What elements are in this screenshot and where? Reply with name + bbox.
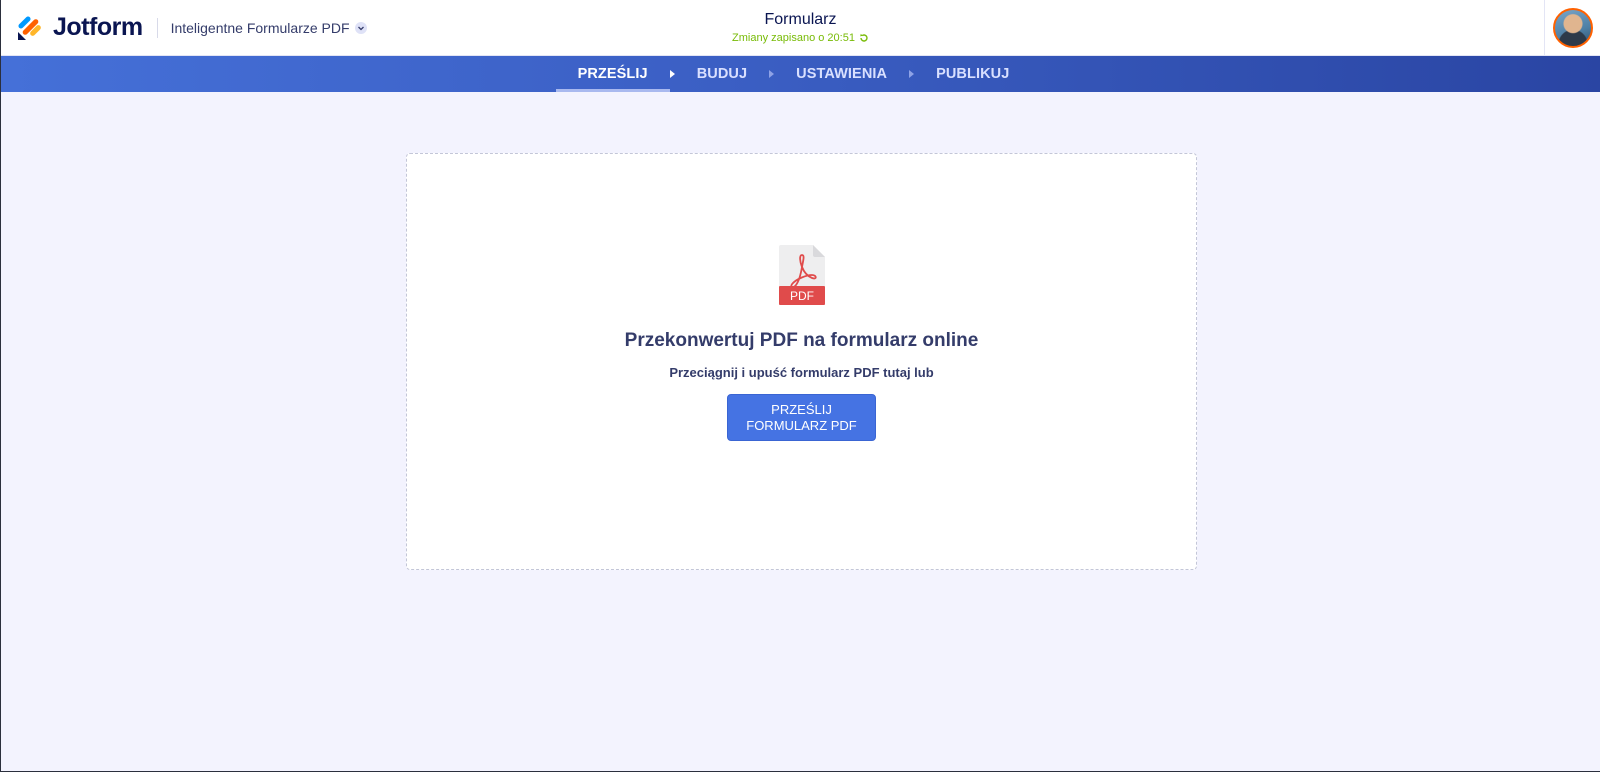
chevron-down-icon <box>354 21 367 34</box>
refresh-icon <box>860 33 868 42</box>
dropzone-title: Przekonwertuj PDF na formularz online <box>624 330 979 351</box>
dropzone-subtitle: Przeciągnij i upuść formularz PDF tutaj … <box>669 365 934 380</box>
brand[interactable]: Jotform <box>1 0 143 55</box>
account-area <box>1544 0 1600 56</box>
jotform-logo-icon <box>18 15 41 40</box>
tab-ustawienia[interactable]: USTAWIENIA <box>774 56 909 92</box>
pdf-dropzone[interactable]: PDF Przekonwertuj PDF na formularz onlin… <box>406 153 1197 570</box>
tab-label: PRZEŚLIJ <box>577 66 648 82</box>
tab-label: PUBLIKUJ <box>936 66 1010 82</box>
tab-przeslij[interactable]: PRZEŚLIJ <box>555 56 670 92</box>
pdf-file-icon: PDF <box>778 245 825 305</box>
save-status-text: Zmiany zapisano o 20:51 <box>732 32 855 44</box>
main-content: PDF Przekonwertuj PDF na formularz onlin… <box>1 92 1600 771</box>
wizard-nav: PRZEŚLIJ BUDUJ USTAWIENIA PUBLIKUJ <box>1 56 1600 92</box>
avatar[interactable] <box>1552 8 1593 48</box>
product-switcher[interactable]: Inteligentne Formularze PDF <box>171 20 367 36</box>
tab-buduj[interactable]: BUDUJ <box>675 56 769 92</box>
app-window: Jotform Inteligentne Formularze PDF Form… <box>0 0 1600 772</box>
wizard-steps: PRZEŚLIJ BUDUJ USTAWIENIA PUBLIKUJ <box>555 56 1032 92</box>
tab-label: USTAWIENIA <box>796 66 888 82</box>
top-header: Jotform Inteligentne Formularze PDF Form… <box>1 0 1600 56</box>
brand-divider <box>156 17 158 38</box>
product-switcher-label: Inteligentne Formularze PDF <box>170 19 350 36</box>
logo-text: Jotform <box>53 13 143 41</box>
tab-label: BUDUJ <box>696 66 748 82</box>
upload-pdf-button[interactable]: PRZEŚLIJ FORMULARZ PDF <box>727 394 876 441</box>
tab-publikuj[interactable]: PUBLIKUJ <box>914 56 1031 92</box>
pdf-icon-label: PDF <box>790 289 814 303</box>
form-title[interactable]: Formularz <box>764 10 836 30</box>
